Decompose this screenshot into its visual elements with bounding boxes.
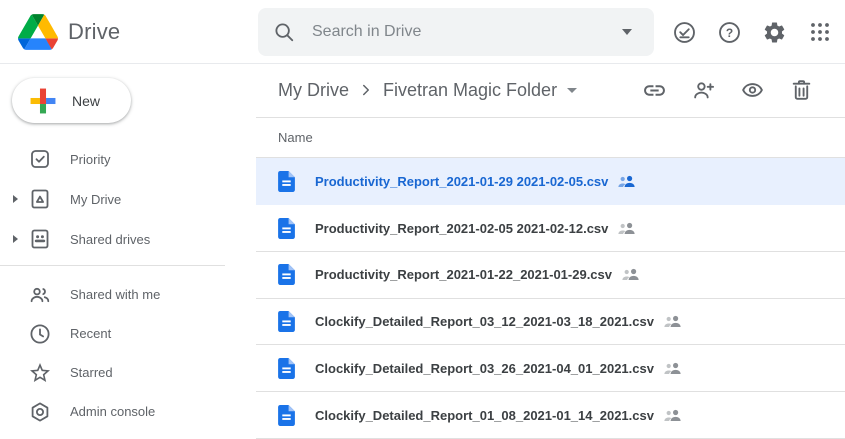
search-bar[interactable]: Search in Drive bbox=[258, 8, 654, 56]
file-name[interactable]: Clockify_Detailed_Report_03_26_2021-04_0… bbox=[315, 361, 654, 376]
shared-people-icon bbox=[664, 315, 682, 328]
new-button-label: New bbox=[72, 93, 100, 109]
sidebar-nav-upper: Priority My Drive bbox=[0, 139, 256, 259]
new-button[interactable]: New bbox=[12, 78, 131, 123]
file-name[interactable]: Clockify_Detailed_Report_03_12_2021-03_1… bbox=[315, 314, 654, 329]
sidebar-item-label: Shared with me bbox=[70, 287, 160, 302]
file-row[interactable]: Clockify_Detailed_Report_03_12_2021-03_1… bbox=[256, 299, 845, 346]
csv-file-icon bbox=[278, 218, 295, 239]
expand-caret-icon[interactable] bbox=[13, 195, 18, 203]
sidebar-item-admin-console[interactable]: Admin console bbox=[0, 392, 256, 431]
sidebar-item-priority[interactable]: Priority bbox=[0, 139, 256, 179]
sidebar: New Priority My Drive bbox=[0, 64, 256, 439]
file-name[interactable]: Productivity_Report_2021-01-29 2021-02-0… bbox=[315, 174, 608, 189]
file-row[interactable]: Productivity_Report_2021-02-05 2021-02-1… bbox=[256, 205, 845, 252]
shared-people-icon bbox=[618, 222, 636, 235]
file-name[interactable]: Productivity_Report_2021-02-05 2021-02-1… bbox=[315, 221, 608, 236]
sidebar-item-label: Starred bbox=[70, 365, 113, 380]
sidebar-item-my-drive[interactable]: My Drive bbox=[0, 179, 256, 219]
csv-file-icon bbox=[278, 405, 295, 426]
drive-logo[interactable]: Drive bbox=[18, 0, 120, 64]
topbar-actions: ? bbox=[672, 0, 832, 64]
file-row[interactable]: Productivity_Report_2021-01-22_2021-01-2… bbox=[256, 252, 845, 299]
expand-caret-icon[interactable] bbox=[13, 235, 18, 243]
sidebar-item-label: My Drive bbox=[70, 192, 121, 207]
sidebar-item-shared-with-me[interactable]: Shared with me bbox=[0, 275, 256, 314]
apps-grid-icon[interactable] bbox=[807, 20, 832, 45]
my-drive-icon bbox=[28, 187, 52, 211]
search-icon[interactable] bbox=[273, 21, 295, 43]
csv-file-icon bbox=[278, 264, 295, 285]
app-title: Drive bbox=[68, 19, 120, 45]
new-plus-icon bbox=[27, 85, 59, 117]
svg-text:?: ? bbox=[726, 25, 733, 39]
main-content: My Drive Fivetran Magic Folder bbox=[256, 64, 845, 439]
settings-icon[interactable] bbox=[762, 20, 787, 45]
search-input[interactable]: Search in Drive bbox=[312, 23, 421, 41]
search-options-caret-icon[interactable] bbox=[622, 29, 632, 35]
folder-menu-caret-icon[interactable] bbox=[567, 88, 577, 93]
sidebar-item-starred[interactable]: Starred bbox=[0, 353, 256, 392]
shared-people-icon bbox=[664, 409, 682, 422]
help-icon[interactable]: ? bbox=[717, 20, 742, 45]
get-link-icon[interactable] bbox=[642, 78, 667, 103]
file-row[interactable]: Productivity_Report_2021-01-29 2021-02-0… bbox=[256, 158, 845, 205]
column-header-name[interactable]: Name bbox=[278, 130, 313, 145]
file-row[interactable]: Clockify_Detailed_Report_01_08_2021-01_1… bbox=[256, 392, 845, 439]
csv-file-icon bbox=[278, 311, 295, 332]
shared-drives-icon bbox=[28, 227, 52, 251]
sidebar-nav-lower: Shared with me Recent Starred bbox=[0, 275, 256, 431]
sidebar-item-label: Admin console bbox=[70, 404, 155, 419]
breadcrumb-current[interactable]: Fivetran Magic Folder bbox=[383, 80, 557, 101]
file-row[interactable]: Clockify_Detailed_Report_03_26_2021-04_0… bbox=[256, 345, 845, 392]
breadcrumb-bar: My Drive Fivetran Magic Folder bbox=[256, 64, 845, 118]
sidebar-item-recent[interactable]: Recent bbox=[0, 314, 256, 353]
sidebar-item-label: Priority bbox=[70, 152, 110, 167]
recent-icon bbox=[28, 322, 52, 346]
shared-people-icon bbox=[664, 362, 682, 375]
file-name[interactable]: Productivity_Report_2021-01-22_2021-01-2… bbox=[315, 267, 612, 282]
starred-icon bbox=[28, 361, 52, 385]
sidebar-divider bbox=[0, 265, 225, 266]
priority-icon bbox=[28, 147, 52, 171]
file-list-header[interactable]: Name bbox=[256, 118, 845, 159]
preview-icon[interactable] bbox=[740, 78, 765, 103]
sidebar-item-label: Shared drives bbox=[70, 232, 150, 247]
shared-people-icon bbox=[618, 175, 636, 188]
chevron-right-icon bbox=[357, 81, 375, 99]
drive-logo-icon bbox=[18, 14, 58, 50]
file-name[interactable]: Clockify_Detailed_Report_01_08_2021-01_1… bbox=[315, 408, 654, 423]
admin-console-icon bbox=[28, 400, 52, 424]
sidebar-item-label: Recent bbox=[70, 326, 111, 341]
shared-people-icon bbox=[622, 268, 640, 281]
add-collaborator-icon[interactable] bbox=[691, 78, 716, 103]
csv-file-icon bbox=[278, 171, 295, 192]
offline-status-icon[interactable] bbox=[672, 20, 697, 45]
sidebar-item-shared-drives[interactable]: Shared drives bbox=[0, 219, 256, 259]
breadcrumb-parent[interactable]: My Drive bbox=[278, 80, 349, 101]
csv-file-icon bbox=[278, 358, 295, 379]
shared-with-me-icon bbox=[28, 283, 52, 307]
top-bar: Drive Search in Drive ? bbox=[0, 0, 845, 64]
folder-toolbar bbox=[642, 78, 845, 103]
delete-icon[interactable] bbox=[789, 78, 814, 103]
